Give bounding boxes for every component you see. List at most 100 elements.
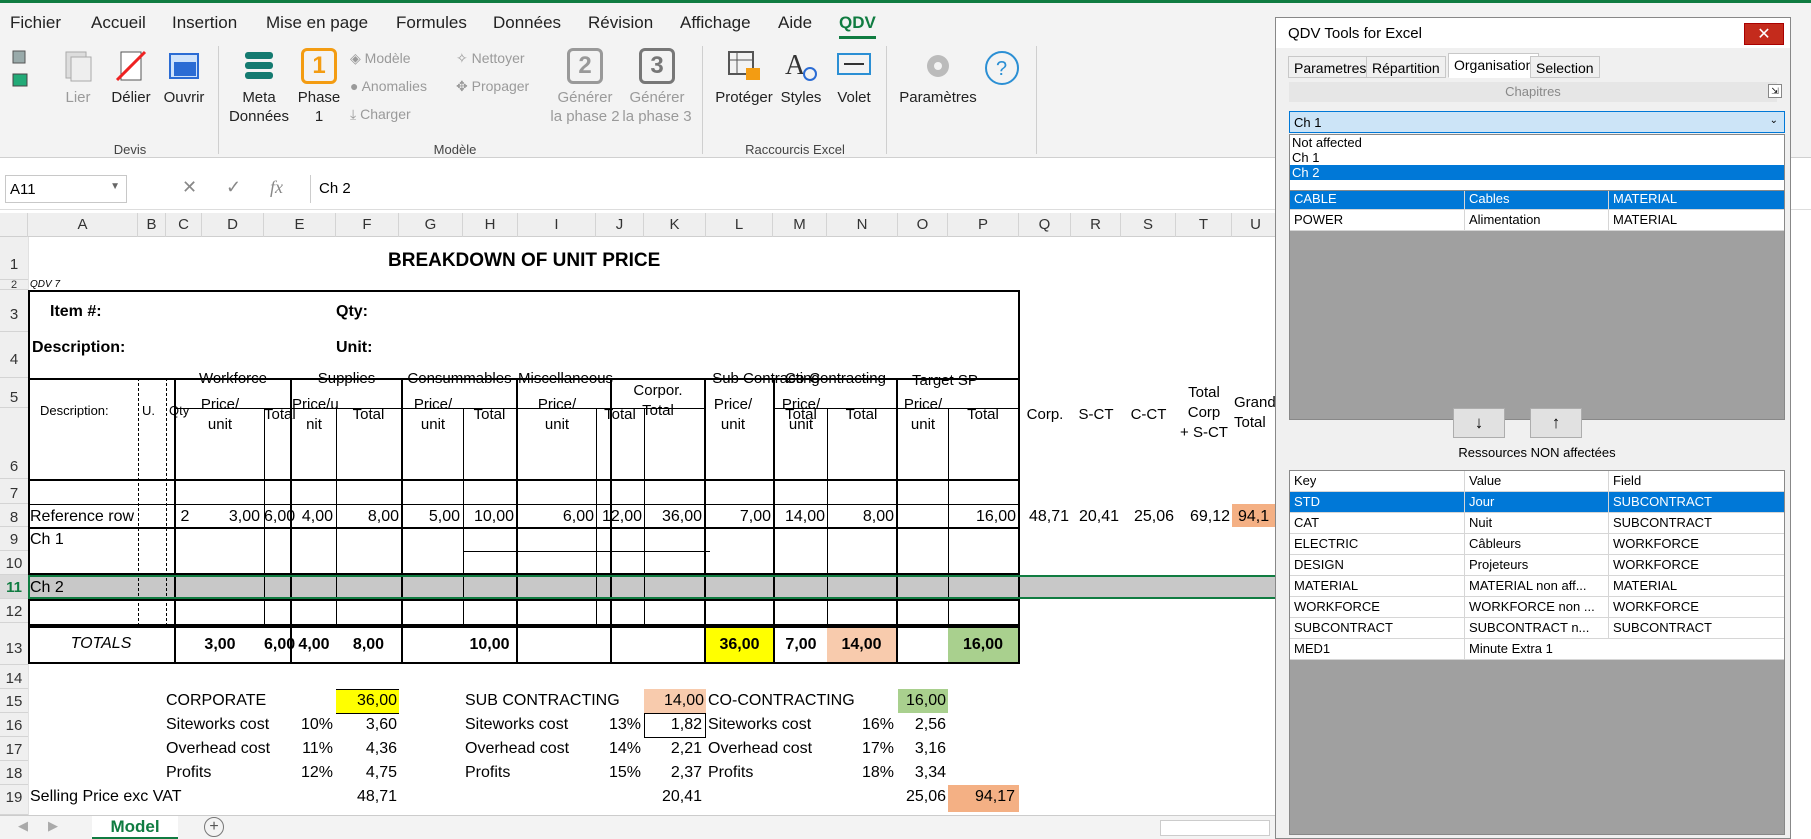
chapitre-select[interactable]: Ch 1 ⌄ — [1289, 111, 1785, 133]
row-17[interactable]: 17 — [0, 737, 28, 761]
row-2[interactable]: 2 — [0, 280, 28, 291]
tab-formules[interactable]: Formules — [396, 13, 467, 33]
row-19[interactable]: 19 — [0, 785, 28, 815]
table-row[interactable]: STD Jour SUBCONTRACT — [1290, 492, 1784, 513]
confirm-icon[interactable]: ✓ — [226, 177, 241, 198]
col-U[interactable]: U — [1232, 213, 1280, 237]
col-C[interactable]: C — [166, 213, 202, 237]
close-icon[interactable]: ✕ — [1744, 23, 1784, 45]
tab-fichier[interactable]: Fichier — [10, 13, 61, 33]
select-all[interactable] — [0, 213, 28, 237]
col-I[interactable]: I — [518, 213, 596, 237]
tab-selection[interactable]: Selection — [1530, 56, 1600, 78]
chevron-down-icon[interactable]: ⌄ — [1770, 115, 1778, 126]
row-8[interactable]: 8 — [0, 504, 28, 527]
generer-phase3-button[interactable]: 3 Générer la phase 3 — [620, 48, 694, 126]
horizontal-scrollbar[interactable] — [1160, 820, 1270, 836]
tab-insertion[interactable]: Insertion — [172, 13, 237, 33]
meta-donnees-button[interactable]: Meta Données — [228, 48, 290, 126]
col-N[interactable]: N — [827, 213, 898, 237]
move-up-button[interactable]: ↑ — [1530, 408, 1582, 438]
tab-qdv[interactable]: QDV — [839, 13, 876, 39]
chevron-down-icon[interactable]: ▼ — [110, 181, 120, 192]
parametres-button[interactable]: Paramètres — [896, 48, 980, 107]
table-row[interactable]: DESIGN Projeteurs WORKFORCE — [1290, 555, 1784, 576]
table-row[interactable]: CAT Nuit SUBCONTRACT — [1290, 513, 1784, 534]
styles-button[interactable]: A Styles — [776, 48, 826, 107]
col-O[interactable]: O — [898, 213, 948, 237]
proteger-button[interactable]: Protéger — [712, 48, 776, 107]
col-R[interactable]: R — [1071, 213, 1121, 237]
row-15[interactable]: 15 — [0, 689, 28, 713]
anomalies-button[interactable]: ● Anomalies — [350, 78, 427, 94]
header-key[interactable]: Key — [1290, 471, 1316, 491]
row-9[interactable]: 9 — [0, 527, 28, 551]
col-A[interactable]: A — [28, 213, 138, 237]
expand-icon[interactable]: ⇲ — [1768, 84, 1782, 98]
cube-icon[interactable] — [10, 48, 30, 88]
col-S[interactable]: S — [1121, 213, 1176, 237]
tab-aide[interactable]: Aide — [778, 13, 812, 33]
tab-accueil[interactable]: Accueil — [91, 13, 146, 33]
charger-button[interactable]: ⤓ Charger — [350, 106, 411, 123]
function-icon[interactable]: fx — [270, 177, 283, 198]
row-18[interactable]: 18 — [0, 761, 28, 785]
row-12[interactable]: 12 — [0, 599, 28, 623]
option-not-affected[interactable]: Not affected — [1290, 135, 1784, 150]
name-box[interactable]: A11 ▼ — [5, 175, 127, 203]
header-field[interactable]: Field — [1608, 471, 1641, 491]
row-3[interactable]: 3 — [0, 290, 28, 332]
col-Q[interactable]: Q — [1019, 213, 1071, 237]
tab-donnees[interactable]: Données — [493, 13, 561, 33]
table-row[interactable]: CABLE Cables MATERIAL — [1290, 189, 1784, 210]
sheet-tab-model[interactable]: Model — [92, 816, 178, 839]
table-row[interactable]: WORKFORCE WORKFORCE non ... WORKFORCE — [1290, 597, 1784, 618]
volet-button[interactable]: Volet — [832, 48, 876, 107]
row-1[interactable]: 1 — [0, 237, 28, 280]
nettoyer-button[interactable]: ✧ Nettoyer — [456, 50, 525, 67]
col-H[interactable]: H — [463, 213, 518, 237]
table-row[interactable]: SUBCONTRACT SUBCONTRACT n... SUBCONTRACT — [1290, 618, 1784, 639]
tab-repartition[interactable]: Répartition — [1366, 56, 1446, 78]
ouvrir-button[interactable]: Ouvrir — [160, 48, 208, 107]
col-J[interactable]: J — [596, 213, 644, 237]
col-M[interactable]: M — [773, 213, 827, 237]
cancel-icon[interactable]: ✕ — [182, 177, 197, 198]
col-F[interactable]: F — [336, 213, 399, 237]
worksheet-grid[interactable]: BREAKDOWN OF UNIT PRICE QDV 7 Item #: Qt… — [28, 237, 1280, 815]
tab-revision[interactable]: Révision — [588, 13, 653, 33]
row-6[interactable]: 6 — [0, 408, 28, 479]
tab-mise-en-page[interactable]: Mise en page — [266, 13, 368, 33]
formula-input[interactable]: Ch 2 — [310, 175, 1280, 203]
option-ch1[interactable]: Ch 1 — [1290, 150, 1784, 165]
row-11[interactable]: 11 — [0, 575, 28, 599]
row-4[interactable]: 4 — [0, 332, 28, 378]
row-13[interactable]: 13 — [0, 623, 28, 665]
lier-button[interactable]: Lier — [58, 48, 98, 107]
col-P[interactable]: P — [948, 213, 1019, 237]
generer-phase2-button[interactable]: 2 Générer la phase 2 — [548, 48, 622, 126]
table-row[interactable]: ELECTRIC Câbleurs WORKFORCE — [1290, 534, 1784, 555]
col-B[interactable]: B — [138, 213, 166, 237]
option-ch2[interactable]: Ch 2 — [1290, 165, 1784, 180]
add-sheet-icon[interactable]: + — [204, 817, 224, 837]
tab-affichage[interactable]: Affichage — [680, 13, 751, 33]
row-14[interactable]: 14 — [0, 665, 28, 689]
col-E[interactable]: E — [264, 213, 336, 237]
row-16[interactable]: 16 — [0, 713, 28, 737]
col-T[interactable]: T — [1176, 213, 1232, 237]
row-10[interactable]: 10 — [0, 551, 28, 575]
table-row[interactable]: MED1 Minute Extra 1 — [1290, 639, 1784, 660]
col-L[interactable]: L — [706, 213, 773, 237]
propager-button[interactable]: ✥ Propager — [456, 78, 529, 95]
row-5[interactable]: 5 — [0, 378, 28, 408]
col-K[interactable]: K — [644, 213, 706, 237]
delier-button[interactable]: Délier — [108, 48, 154, 107]
row-7[interactable]: 7 — [0, 479, 28, 504]
move-down-button[interactable]: ↓ — [1453, 408, 1505, 438]
modele-button[interactable]: ◈ Modèle — [350, 50, 411, 67]
next-sheet-icon[interactable]: ▶ — [48, 818, 58, 834]
phase1-button[interactable]: 1 Phase 1 — [294, 48, 344, 126]
prev-sheet-icon[interactable]: ◀ — [18, 818, 28, 834]
tab-organisation[interactable]: Organisation — [1448, 53, 1540, 78]
